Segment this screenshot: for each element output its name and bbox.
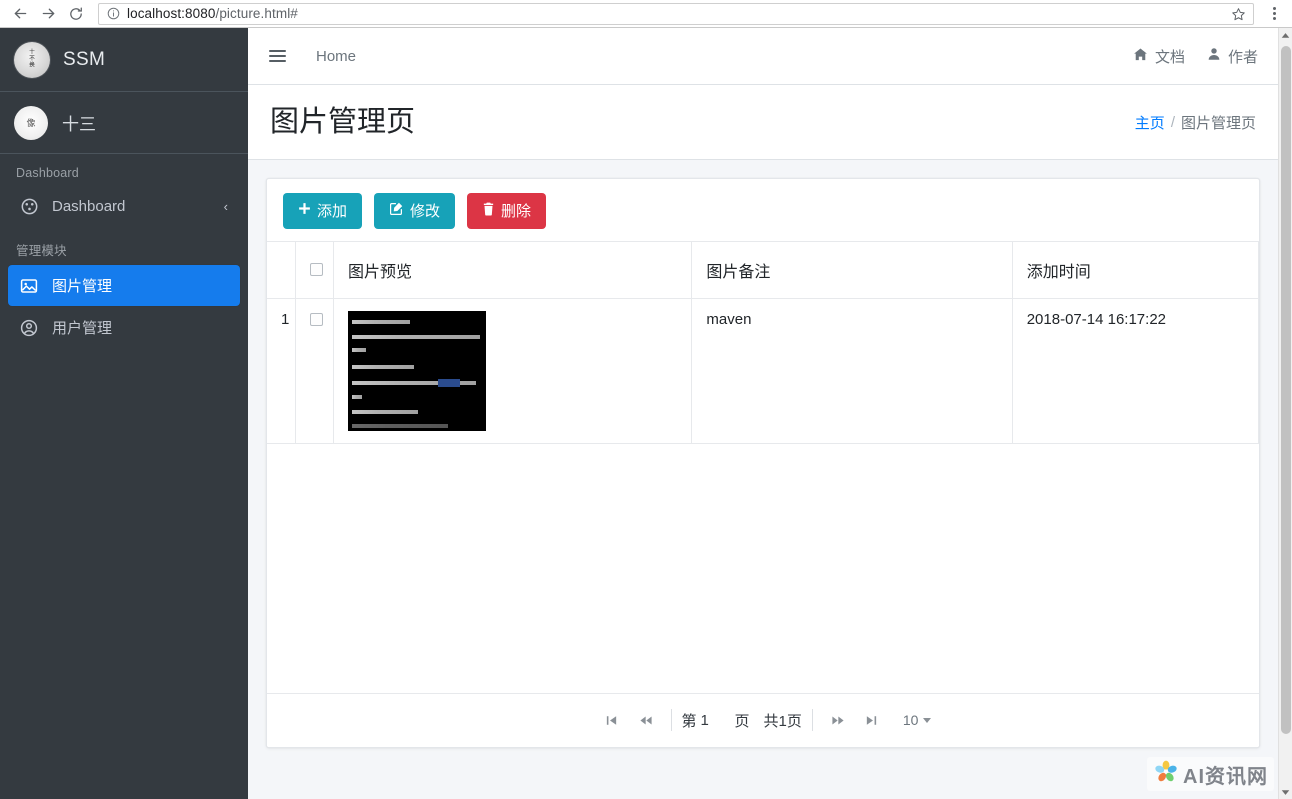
row-note: maven	[691, 297, 1013, 444]
scroll-down-icon[interactable]	[1279, 785, 1292, 799]
pencil-square-icon	[389, 201, 404, 220]
main-content: Home 文档 作者 图片管理页 主页 / 图片管理页 添加 修改 删除 图片预…	[248, 28, 1278, 799]
navbar-right: 文档 作者	[1133, 46, 1258, 67]
page-number-input[interactable]	[698, 711, 733, 729]
navbar-link-author[interactable]: 作者	[1207, 46, 1258, 67]
page-viewport: 十 不 换 SSM 像 十三 Dashboard Dashboard ‹ 管理模…	[0, 28, 1292, 799]
navbar-link-label: 作者	[1227, 48, 1258, 66]
prev-page-icon[interactable]	[633, 707, 659, 733]
th-select-all	[295, 240, 335, 299]
sidebar-item-user-management[interactable]: 用户管理	[8, 307, 240, 348]
avatar-text: 像	[26, 118, 36, 128]
sidebar-item-label: Dashboard	[52, 198, 126, 215]
sidebar-brand[interactable]: 十 不 换 SSM	[0, 28, 248, 92]
vertical-scrollbar[interactable]	[1278, 28, 1292, 799]
tachometer-icon	[18, 198, 40, 215]
url-host: localhost:8080	[127, 6, 216, 21]
nav-header-management: 管理模块	[16, 244, 67, 258]
row-time: 2018-07-14 16:17:22	[1011, 297, 1259, 444]
page-prefix-label: 第	[681, 712, 697, 730]
forward-arrow-icon[interactable]	[34, 1, 62, 27]
bookmark-star-icon[interactable]	[1231, 7, 1246, 27]
pager-divider-2	[811, 709, 813, 732]
add-button[interactable]: 添加	[283, 192, 363, 229]
table-toolbar: 添加 修改 删除	[269, 179, 1259, 241]
card-inner: 添加 修改 删除 图片预览 图片备注 添加时间 1 maven 2018-07-…	[267, 179, 1259, 444]
table-header-row: 图片预览 图片备注 添加时间	[267, 240, 1259, 299]
row-checkbox-cell	[295, 297, 335, 444]
sidebar: 十 不 换 SSM 像 十三 Dashboard Dashboard ‹ 管理模…	[0, 28, 248, 799]
select-all-checkbox[interactable]	[310, 263, 324, 277]
chevron-down-icon	[923, 717, 932, 723]
sidebar-item-label: 图片管理	[52, 278, 113, 295]
row-preview-cell	[333, 297, 693, 444]
brand-logo-text: 十 不 换	[29, 49, 35, 69]
brand-logo-icon: 十 不 换	[14, 41, 50, 78]
browser-menu-icon[interactable]	[1262, 1, 1286, 27]
pagination: 第 页 共1页 10	[267, 692, 1259, 747]
back-arrow-icon[interactable]	[6, 1, 34, 27]
table-body: 1 maven 2018-07-14 16:17:22	[267, 297, 1259, 444]
hamburger-icon[interactable]	[262, 41, 292, 71]
table-head: 图片预览 图片备注 添加时间	[267, 240, 1259, 299]
home-icon	[1133, 47, 1148, 66]
delete-button-label: 删除	[501, 203, 532, 221]
total-pages-label: 共1页	[763, 712, 802, 730]
image-icon	[18, 277, 40, 295]
info-circle-icon	[107, 7, 120, 20]
chevron-left-icon: ‹	[223, 199, 228, 214]
page-title: 图片管理页	[270, 106, 416, 138]
delete-button[interactable]: 删除	[467, 192, 547, 229]
row-checkbox[interactable]	[310, 313, 324, 327]
brand-name: SSM	[63, 48, 106, 70]
table-row[interactable]: 1 maven 2018-07-14 16:17:22	[267, 297, 1259, 444]
picture-thumbnail[interactable]	[348, 310, 487, 431]
pager-divider	[670, 709, 672, 732]
th-preview: 图片预览	[333, 240, 693, 299]
breadcrumb-current: 图片管理页	[1180, 115, 1256, 133]
next-page-icon[interactable]	[825, 707, 851, 733]
content-body: 添加 修改 删除 图片预览 图片备注 添加时间 1 maven 2018-07-…	[248, 160, 1278, 748]
user-circle-icon	[18, 319, 40, 337]
row-index: 1	[267, 297, 297, 444]
trash-icon	[482, 202, 495, 220]
last-page-icon[interactable]	[859, 707, 885, 733]
picture-table: 图片预览 图片备注 添加时间 1 maven 2018-07-14 16:17:…	[267, 240, 1259, 444]
plus-icon	[298, 202, 311, 219]
navbar-link-docs[interactable]: 文档	[1133, 46, 1185, 67]
sidebar-user-panel[interactable]: 像 十三	[0, 92, 248, 154]
page-size-select[interactable]: 10	[903, 712, 932, 728]
scroll-up-icon[interactable]	[1279, 28, 1292, 42]
browser-chrome: localhost:8080/picture.html#	[0, 0, 1292, 28]
top-navbar: Home 文档 作者	[248, 28, 1278, 85]
content-header: 图片管理页 主页 / 图片管理页	[248, 85, 1278, 160]
edit-button-label: 修改	[410, 203, 441, 221]
first-page-icon[interactable]	[599, 707, 625, 733]
navbar-link-label: 文档	[1154, 48, 1185, 66]
add-button-label: 添加	[317, 203, 348, 221]
avatar: 像	[14, 105, 48, 140]
page-suffix-label: 页	[734, 712, 750, 730]
sidebar-item-label: 用户管理	[52, 320, 113, 337]
scrollbar-thumb[interactable]	[1281, 46, 1291, 734]
picture-table-card: 添加 修改 删除 图片预览 图片备注 添加时间 1 maven 2018-07-…	[266, 177, 1260, 748]
reload-icon[interactable]	[62, 1, 90, 27]
sidebar-item-picture-management[interactable]: 图片管理	[8, 265, 240, 306]
url-bar[interactable]: localhost:8080/picture.html#	[98, 2, 1254, 27]
breadcrumb-separator: /	[1170, 114, 1175, 132]
sidebar-user-name: 十三	[62, 115, 96, 134]
page-size-value: 10	[902, 712, 919, 729]
edit-button[interactable]: 修改	[374, 192, 456, 229]
user-icon	[1207, 47, 1221, 65]
breadcrumb-home-link[interactable]: 主页	[1135, 112, 1165, 133]
navbar-link-home[interactable]: Home	[306, 48, 366, 65]
breadcrumb: 主页 / 图片管理页	[1135, 112, 1256, 133]
th-note: 图片备注	[691, 240, 1013, 299]
nav-header-dashboard: Dashboard	[16, 166, 79, 180]
url-text: localhost:8080/picture.html#	[127, 6, 298, 21]
url-path: /picture.html#	[215, 6, 298, 21]
th-time: 添加时间	[1011, 240, 1259, 299]
sidebar-item-dashboard[interactable]: Dashboard ‹	[8, 186, 240, 227]
th-index	[267, 240, 297, 299]
